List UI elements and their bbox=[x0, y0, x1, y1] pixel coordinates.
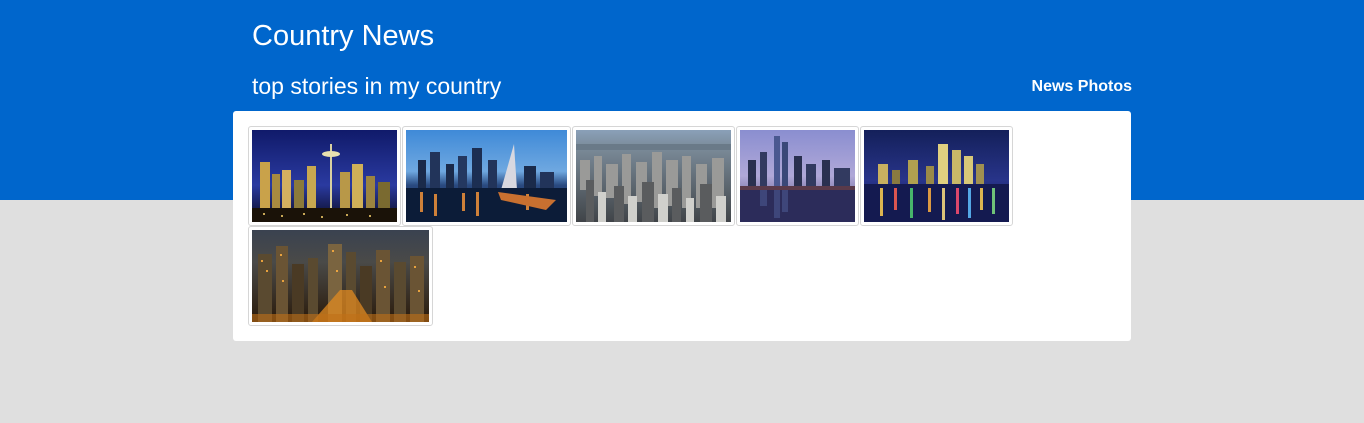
photo-image bbox=[576, 130, 731, 222]
gallery-photo-4[interactable] bbox=[736, 126, 859, 226]
photo-image bbox=[864, 130, 1009, 222]
news-photos-link[interactable]: News Photos bbox=[1032, 77, 1132, 97]
gallery-photo-3[interactable] bbox=[572, 126, 735, 226]
gallery-photo-2[interactable] bbox=[402, 126, 571, 226]
site-title: Country News bbox=[252, 20, 435, 52]
gallery-photo-6[interactable] bbox=[248, 226, 433, 326]
photo-image bbox=[252, 230, 429, 322]
gallery-photo-5[interactable] bbox=[860, 126, 1013, 226]
photo-image bbox=[740, 130, 855, 222]
photo-image bbox=[406, 130, 567, 222]
site-subtitle: top stories in my country bbox=[252, 73, 502, 99]
gallery-photo-1[interactable] bbox=[248, 126, 401, 226]
photo-image bbox=[252, 130, 397, 222]
